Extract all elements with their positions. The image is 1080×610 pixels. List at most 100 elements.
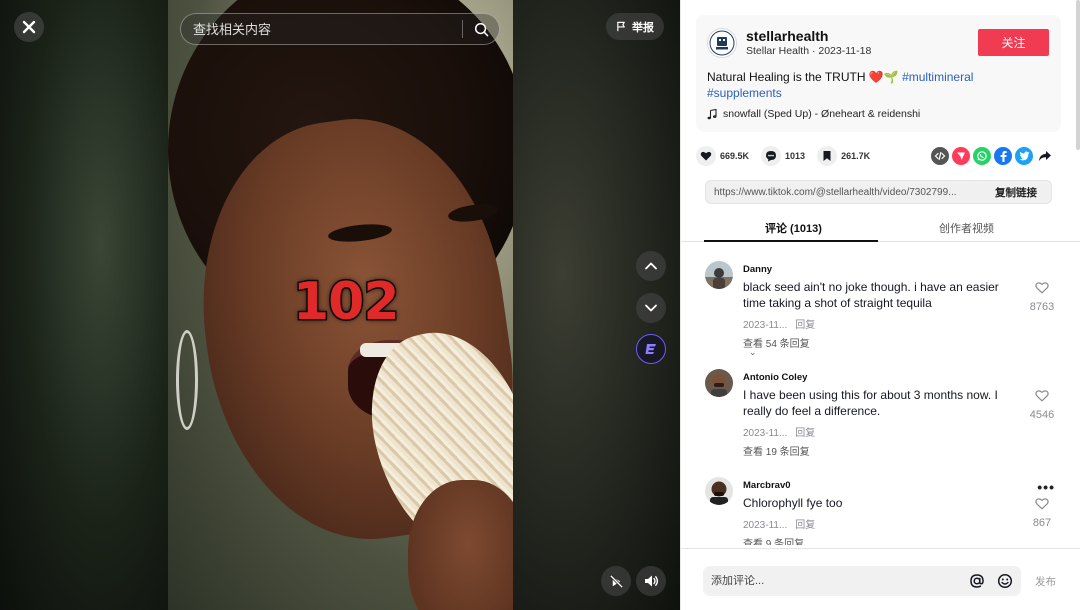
comment-text: Chlorophyll fye too (743, 496, 843, 510)
like-button[interactable]: 669.5K (696, 146, 749, 166)
commenter-name[interactable]: Marcbrav0 (743, 480, 791, 491)
comment-button[interactable]: 1013 (761, 146, 805, 166)
chevron-up-icon (645, 262, 657, 270)
like-count: 669.5K (720, 151, 750, 161)
comment-input-box (703, 566, 1021, 596)
search-input[interactable] (181, 21, 462, 37)
commenter-avatar[interactable] (705, 369, 733, 397)
view-replies-button[interactable]: 查看 9 条回复 (743, 535, 804, 545)
comment-composer: 发布 (681, 548, 1080, 610)
comment-date: 2023-11... (743, 520, 788, 531)
flag-icon (617, 21, 625, 32)
comment-text: I have been using this for about 3 month… (743, 388, 998, 418)
post-info-card: stellarhealth Stellar Health · 2023-11-1… (696, 15, 1061, 132)
previous-video-button[interactable] (636, 251, 666, 281)
effect-logo-icon (645, 344, 656, 354)
tab-creator-videos[interactable]: 创作者视频 (939, 220, 994, 236)
comment-like-button[interactable]: 8763 (1027, 281, 1057, 313)
music-note-icon (707, 108, 717, 119)
commenter-name[interactable]: Antonio Coley (743, 372, 807, 383)
commenter-avatar[interactable] (705, 261, 733, 289)
facebook-icon[interactable] (994, 147, 1012, 165)
post-caption: Natural Healing is the TRUTH ❤️🌱 (707, 70, 903, 84)
volume-button[interactable] (636, 566, 666, 596)
post-date: 2023-11-18 (818, 45, 872, 57)
music-info[interactable]: snowfall (Sped Up) - Øneheart & reidensh… (707, 108, 920, 120)
comment-like-button[interactable]: 4546 (1027, 389, 1057, 421)
author-username[interactable]: stellarhealth (746, 28, 828, 44)
comment-item: Marcbrav0 Chlorophyll fye too 2023-11...… (705, 477, 1054, 545)
post-comment-button[interactable]: 发布 (1035, 574, 1056, 589)
bookmark-icon (817, 146, 838, 166)
commenter-name[interactable]: Danny (743, 264, 772, 275)
comment-meta: 2023-11... 回复 (743, 516, 823, 531)
follow-button[interactable]: 关注 (978, 29, 1049, 56)
next-video-button[interactable] (636, 293, 666, 323)
share-arrow-icon[interactable] (1036, 147, 1054, 165)
volume-icon (645, 575, 659, 587)
comment-like-button[interactable]: 867 (1027, 497, 1057, 529)
twitter-icon[interactable] (1015, 147, 1033, 165)
reply-button[interactable]: 回复 (795, 320, 815, 331)
comment-text: black seed ain't no joke though. i have … (743, 280, 999, 310)
comment-like-count: 8763 (1029, 301, 1055, 313)
hashtag-link[interactable]: #supplements (707, 86, 782, 100)
comment-like-count: 867 (1032, 517, 1052, 529)
emoji-button[interactable] (993, 569, 1017, 593)
at-sign-icon (970, 574, 984, 588)
meta-separator: · (809, 45, 819, 57)
tab-comments[interactable]: 评论 (1013) (765, 220, 822, 236)
comment-date: 2023-11... (743, 320, 788, 331)
comment-input[interactable] (703, 575, 965, 587)
save-button[interactable]: 261.7K (817, 146, 870, 166)
stellar-health-logo (709, 30, 735, 56)
heart-outline-icon (1035, 282, 1049, 294)
reply-button[interactable]: 回复 (795, 428, 815, 439)
report-button[interactable]: 举报 (606, 13, 664, 40)
autoplay-toggle-button[interactable] (601, 566, 631, 596)
comment-meta: 2023-11... 回复 (743, 316, 823, 331)
video-player[interactable]: 102 (168, 0, 513, 610)
share-row (931, 147, 1054, 165)
heart-icon (696, 146, 716, 166)
heart-outline-icon (1035, 390, 1049, 402)
engagement-bar: 669.5K 1013 261.7K (696, 144, 1061, 168)
copy-link-button[interactable]: 复制链接 (981, 185, 1051, 200)
comment-icon (761, 146, 782, 166)
search-icon (474, 22, 488, 36)
video-scene-hand (408, 480, 513, 610)
author-avatar[interactable] (707, 28, 737, 58)
video-background-blur-left (0, 0, 168, 610)
close-button[interactable] (14, 12, 44, 42)
video-pane: 102 举报 (0, 0, 680, 610)
whatsapp-icon[interactable] (973, 147, 991, 165)
reply-button[interactable]: 回复 (795, 520, 815, 531)
details-panel: stellarhealth Stellar Health · 2023-11-1… (680, 0, 1080, 610)
panel-scrollbar[interactable] (1076, 0, 1080, 150)
post-description: Natural Healing is the TRUTH ❤️🌱 #multim… (707, 70, 1007, 101)
video-overlay-number: 102 (292, 271, 402, 334)
comment-item: Antonio Coley I have been using this for… (705, 369, 1054, 469)
effect-button[interactable] (636, 334, 666, 364)
music-title: snowfall (Sped Up) - Øneheart & reidensh… (723, 108, 921, 120)
commenter-avatar[interactable] (705, 477, 733, 505)
search-box (180, 13, 500, 45)
hashtag-link[interactable]: #multimineral (902, 70, 973, 84)
send-icon[interactable] (952, 147, 970, 165)
video-url[interactable]: https://www.tiktok.com/@stellarhealth/vi… (706, 187, 981, 198)
author-subline: Stellar Health · 2023-11-18 (746, 45, 871, 57)
report-label: 举报 (632, 21, 654, 34)
no-autoplay-icon (609, 574, 623, 588)
chevron-down-icon: ⌄ (749, 347, 757, 357)
save-count: 261.7K (841, 151, 871, 161)
tab-active-indicator (704, 240, 878, 242)
author-display-name: Stellar Health (746, 45, 810, 57)
more-options-button[interactable]: ••• (1037, 479, 1055, 495)
embed-icon[interactable] (931, 147, 949, 165)
comment-like-count: 4546 (1029, 409, 1055, 421)
view-replies-button[interactable]: 查看 19 条回复 (743, 443, 810, 458)
mention-button[interactable] (965, 569, 989, 593)
video-scene-earring (176, 330, 198, 430)
comment-date: 2023-11... (743, 428, 788, 439)
search-button[interactable] (463, 13, 499, 45)
